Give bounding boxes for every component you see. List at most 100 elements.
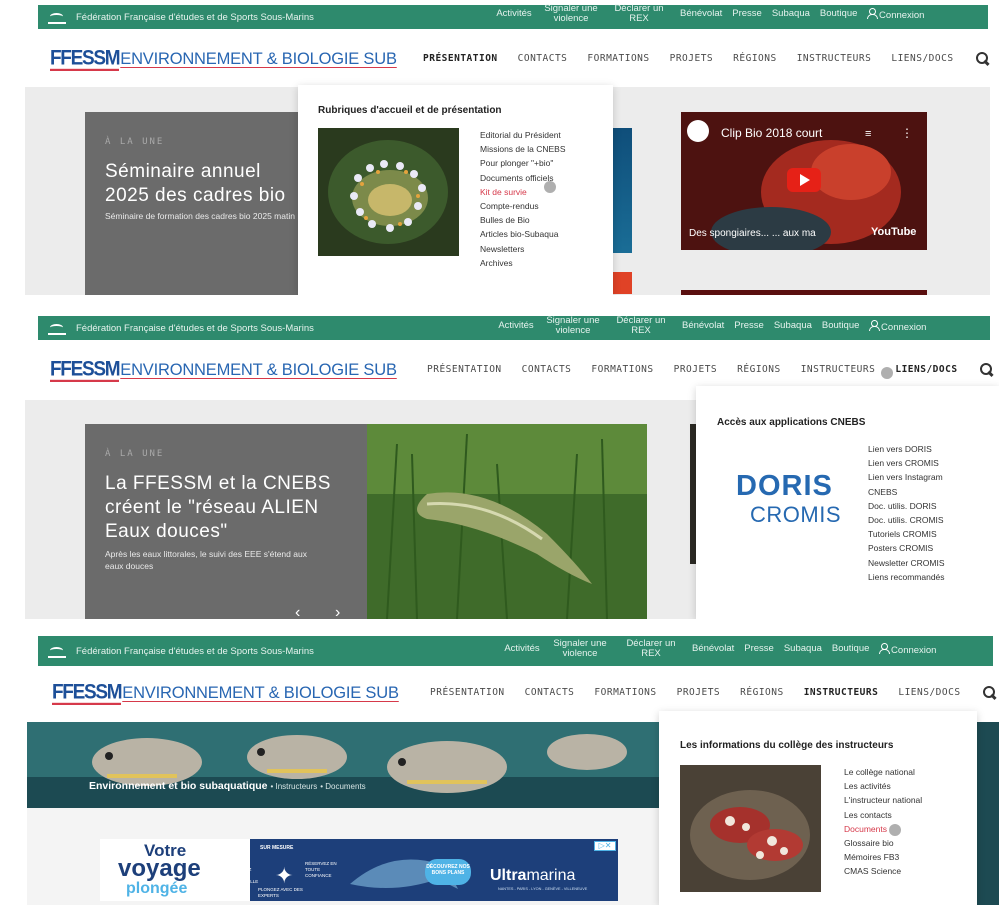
top-link-rex[interactable]: Déclarer un REX: [612, 4, 666, 24]
nav-formations[interactable]: FORMATIONS: [591, 364, 653, 375]
featured-card[interactable]: À LA UNE Séminaire annuel 2025 des cadre…: [85, 112, 300, 295]
featured-card[interactable]: À LA UNE La FFESSM et la CNEBS créent le…: [85, 424, 367, 619]
top-link-subaqua[interactable]: Subaqua: [774, 321, 812, 331]
top-link-presse[interactable]: Presse: [744, 644, 774, 654]
top-link-rex[interactable]: Déclarer un REX: [624, 639, 678, 659]
nav-liens-docs[interactable]: LIENS/DOCS: [895, 364, 957, 375]
queue-icon[interactable]: ≡: [865, 128, 871, 140]
top-link-presse[interactable]: Presse: [732, 9, 762, 19]
federation-link[interactable]: Fédération Française d'études et de Spor…: [48, 644, 314, 658]
nav-presentation[interactable]: PRÉSENTATION: [427, 364, 502, 375]
link-college-national[interactable]: Le collège national: [844, 765, 922, 779]
top-link-rex[interactable]: Déclarer un REX: [614, 316, 668, 336]
nav-contacts[interactable]: CONTACTS: [525, 687, 575, 698]
site-logo[interactable]: FFESSM ENVIRONNEMENT & BIOLOGIE SUB: [52, 682, 399, 705]
ad-badge: SUR MESURE: [260, 845, 294, 851]
search-icon[interactable]: [979, 363, 992, 375]
nav-contacts[interactable]: CONTACTS: [522, 364, 572, 375]
youtube-logo[interactable]: YouTube: [871, 226, 916, 238]
dropdown-links: Le collège national Les activités L'inst…: [844, 765, 922, 879]
search-icon[interactable]: [982, 686, 995, 698]
top-link-subaqua[interactable]: Subaqua: [772, 9, 810, 19]
ultramarina-ad[interactable]: Votre voyage plongée SUR MESURE VOYAGEZ …: [100, 839, 618, 901]
top-link-benevolat[interactable]: Bénévolat: [692, 644, 734, 654]
nav-contacts[interactable]: CONTACTS: [518, 53, 568, 64]
link-doc-doris[interactable]: Doc. utilis. DORIS: [868, 499, 958, 513]
top-link-signaler[interactable]: Signaler une violence: [542, 4, 600, 24]
top-link-boutique[interactable]: Boutique: [820, 9, 858, 19]
nav-liens-docs[interactable]: LIENS/DOCS: [891, 53, 953, 64]
link-archives[interactable]: Archives: [480, 256, 566, 270]
play-button[interactable]: [787, 168, 821, 192]
top-link-signaler[interactable]: Signaler une violence: [544, 316, 602, 336]
nav-instructeurs[interactable]: INSTRUCTEURS: [801, 364, 876, 375]
link-doc-cromis[interactable]: Doc. utilis. CROMIS: [868, 513, 958, 527]
nav-instructeurs[interactable]: INSTRUCTEURS: [797, 53, 872, 64]
next-arrow-icon[interactable]: ›: [335, 604, 340, 619]
nav-projets[interactable]: PROJETS: [677, 687, 721, 698]
nav-presentation[interactable]: PRÉSENTATION: [430, 687, 505, 698]
federation-link[interactable]: Fédération Française d'études et de Spor…: [48, 321, 314, 335]
site-logo[interactable]: FFESSM ENVIRONNEMENT & BIOLOGIE SUB: [50, 359, 397, 382]
link-doris[interactable]: Lien vers DORIS: [868, 442, 958, 456]
connexion-link[interactable]: Connexion: [869, 319, 926, 333]
nav-presentation[interactable]: PRÉSENTATION: [423, 53, 498, 64]
link-activites[interactable]: Les activités: [844, 779, 922, 793]
top-link-presse[interactable]: Presse: [734, 321, 764, 331]
link-instructeur-national[interactable]: L'instructeur national: [844, 793, 922, 807]
link-compte-rendus[interactable]: Compte-rendus: [480, 199, 566, 213]
doris-cromis-logo[interactable]: DORIS CROMIS: [716, 470, 856, 550]
more-icon[interactable]: ⋮: [901, 126, 913, 140]
federation-link[interactable]: Fédération Française d'études et de Spor…: [48, 10, 314, 24]
top-link-boutique[interactable]: Boutique: [832, 644, 870, 654]
top-link-benevolat[interactable]: Bénévolat: [680, 9, 722, 19]
screenshot-liens-docs-menu: Fédération Française d'études et de Spor…: [0, 314, 999, 619]
top-link-subaqua[interactable]: Subaqua: [784, 644, 822, 654]
link-posters[interactable]: Posters CROMIS: [868, 541, 958, 555]
ad-brand-bold: Ultra: [490, 867, 527, 884]
nav-instructeurs[interactable]: INSTRUCTEURS: [804, 687, 879, 698]
connexion-link[interactable]: Connexion: [879, 642, 936, 656]
dropdown-title: Rubriques d'accueil et de présentation: [318, 105, 502, 116]
breadcrumb-home[interactable]: Environnement et bio subaquatique: [89, 780, 268, 792]
connexion-link[interactable]: Connexion: [867, 7, 924, 21]
link-editorial[interactable]: Editorial du Président: [480, 128, 566, 142]
nav-regions[interactable]: RÉGIONS: [737, 364, 781, 375]
prev-arrow-icon[interactable]: ‹: [295, 604, 300, 619]
link-glossaire[interactable]: Glossaire bio: [844, 836, 922, 850]
nav-projets[interactable]: PROJETS: [674, 364, 718, 375]
nav-formations[interactable]: FORMATIONS: [587, 53, 649, 64]
link-newsletters[interactable]: Newsletters: [480, 242, 566, 256]
nav-regions[interactable]: RÉGIONS: [733, 53, 777, 64]
top-link-activites[interactable]: Activités: [494, 9, 534, 19]
link-cmas[interactable]: CMAS Science: [844, 864, 922, 878]
dropdown-links: Lien vers DORIS Lien vers CROMIS Lien ve…: [868, 442, 958, 584]
link-articles[interactable]: Articles bio-Subaqua: [480, 227, 566, 241]
breadcrumb-instructeurs[interactable]: Instructeurs: [275, 782, 317, 791]
link-pour-plonger[interactable]: Pour plonger "+bio": [480, 156, 566, 170]
top-link-activites[interactable]: Activités: [502, 644, 542, 654]
link-tutoriels[interactable]: Tutoriels CROMIS: [868, 527, 958, 541]
link-contacts[interactable]: Les contacts: [844, 808, 922, 822]
link-newsletter[interactable]: Newsletter CROMIS: [868, 556, 958, 570]
top-link-benevolat[interactable]: Bénévolat: [682, 321, 724, 331]
link-memoires[interactable]: Mémoires FB3: [844, 850, 922, 864]
nav-liens-docs[interactable]: LIENS/DOCS: [898, 687, 960, 698]
ad-close-icon[interactable]: ▷✕: [594, 841, 616, 851]
link-missions[interactable]: Missions de la CNEBS: [480, 142, 566, 156]
nav-projets[interactable]: PROJETS: [670, 53, 714, 64]
search-icon[interactable]: [975, 52, 988, 64]
top-link-boutique[interactable]: Boutique: [822, 321, 860, 331]
link-cromis[interactable]: Lien vers CROMIS: [868, 456, 958, 470]
ad-cta-button[interactable]: DÉCOUVREZ NOS BONS PLANS: [425, 859, 471, 885]
link-instagram[interactable]: Lien vers Instagram CNEBS: [868, 470, 958, 498]
video-player[interactable]: Clip Bio 2018 court ≡ ⋮ Des spongiaires.…: [681, 112, 927, 250]
nav-regions[interactable]: RÉGIONS: [740, 687, 784, 698]
link-documents[interactable]: Documents: [844, 822, 922, 836]
link-bulles-de-bio[interactable]: Bulles de Bio: [480, 213, 566, 227]
site-logo[interactable]: FFESSM ENVIRONNEMENT & BIOLOGIE SUB: [50, 48, 397, 71]
nav-formations[interactable]: FORMATIONS: [594, 687, 656, 698]
top-link-activites[interactable]: Activités: [496, 321, 536, 331]
top-link-signaler[interactable]: Signaler une violence: [550, 639, 610, 659]
link-liens-recommandes[interactable]: Liens recommandés: [868, 570, 958, 584]
